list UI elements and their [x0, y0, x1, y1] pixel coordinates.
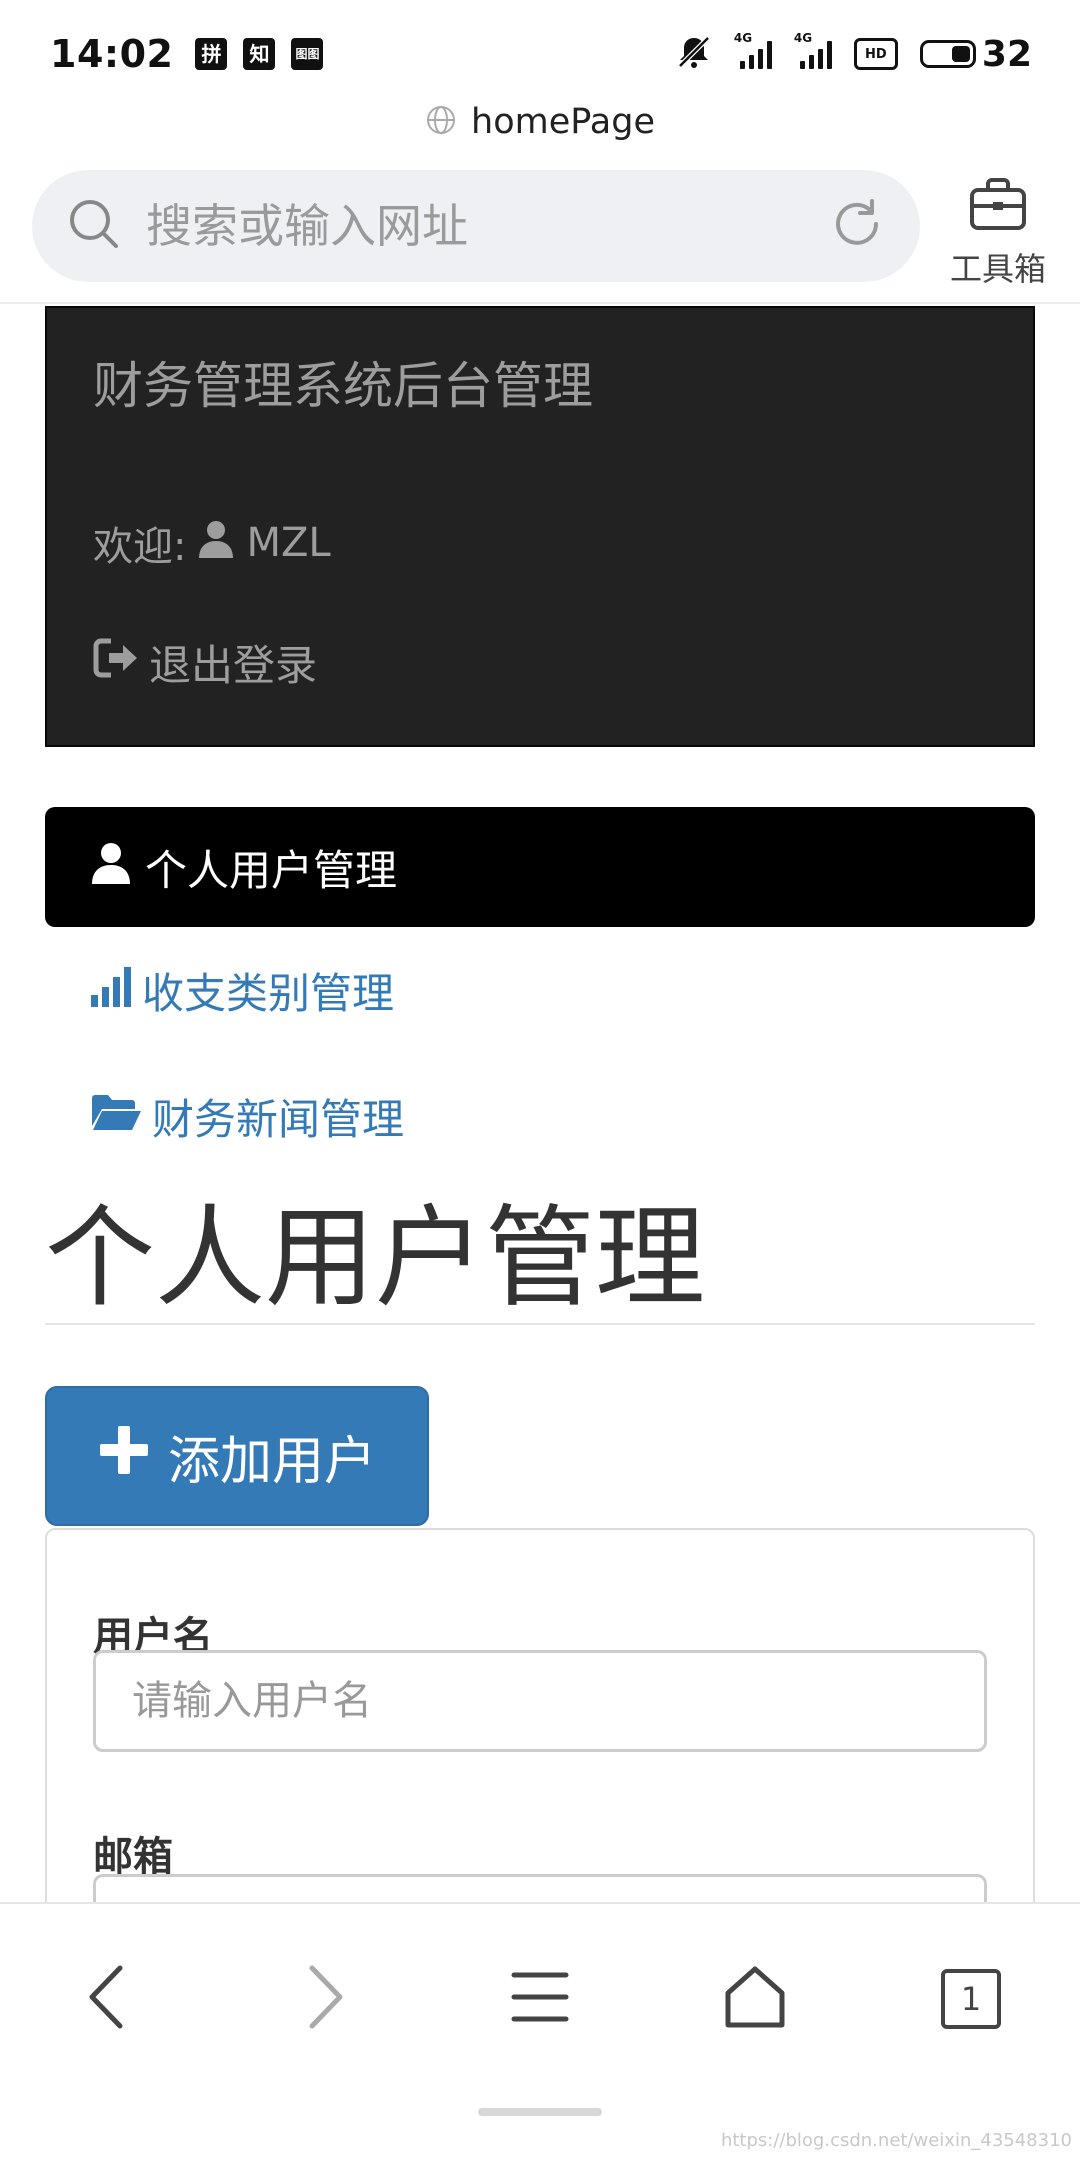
- chevron-left-icon: [82, 1962, 132, 2036]
- page-title: homePage: [471, 102, 655, 142]
- nav-item-news-management[interactable]: 财务新闻管理: [90, 1086, 404, 1147]
- page-title-bar: homePage: [0, 96, 1080, 148]
- folder-open-icon: [90, 1092, 142, 1142]
- browser-toolbar: 工具箱: [0, 168, 1080, 304]
- divider: [45, 1323, 1035, 1325]
- tabs-icon: 1: [941, 1969, 1001, 2029]
- menu-icon: [510, 1967, 570, 2031]
- forward-button[interactable]: [280, 1954, 370, 2044]
- refresh-icon[interactable]: [828, 195, 886, 257]
- tabs-button[interactable]: 1: [926, 1954, 1016, 2044]
- search-icon: [66, 196, 122, 256]
- nav-item-user-management[interactable]: 个人用户管理: [45, 807, 1035, 927]
- address-input[interactable]: [146, 199, 828, 253]
- logout-icon: [93, 637, 139, 689]
- status-time: 14:02: [50, 32, 174, 76]
- nav-item-category-management[interactable]: 收支类别管理: [90, 960, 394, 1021]
- nav-item-label: 个人用户管理: [145, 845, 398, 895]
- home-icon: [722, 1965, 788, 2033]
- status-indicators: 4G 4G HD 32: [676, 31, 1032, 75]
- nav-item-label: 财务新闻管理: [152, 1095, 405, 1144]
- logout-label: 退出登录: [149, 641, 318, 690]
- signal-icon: 4G: [794, 31, 832, 69]
- add-user-button[interactable]: 添加用户: [45, 1386, 429, 1526]
- plus-icon: [98, 1424, 150, 1489]
- logout-link[interactable]: 退出登录: [93, 632, 317, 693]
- system-title[interactable]: 财务管理系统后台管理: [93, 346, 593, 418]
- toolbox-icon: [966, 172, 1030, 240]
- app-notification-icon: 拼: [195, 38, 228, 70]
- battery-level: 32: [981, 33, 1032, 75]
- browser-bottom-nav: 1: [0, 1902, 1080, 2160]
- mute-icon: [676, 34, 712, 74]
- status-bar: 14:02 拼 知 图图 4G 4G HD 32: [0, 0, 1080, 108]
- app-notification-icon: 图图: [291, 38, 324, 70]
- address-bar[interactable]: [32, 170, 920, 282]
- user-icon: [89, 840, 133, 894]
- bar-chart-icon: [90, 965, 132, 1017]
- signal-icon: 4G: [734, 31, 772, 69]
- hd-icon: HD: [853, 38, 898, 70]
- home-indicator[interactable]: [478, 2108, 602, 2116]
- status-app-icons: 拼 知 图图: [195, 38, 324, 70]
- welcome-label: 欢迎:: [93, 524, 187, 570]
- tab-count: 1: [960, 1980, 982, 2018]
- watermark: https://blog.csdn.net/weixin_43548310: [720, 2130, 1072, 2151]
- home-button[interactable]: [710, 1954, 800, 2044]
- username: MZL: [246, 520, 331, 566]
- menu-button[interactable]: [495, 1954, 585, 2044]
- globe-icon: [425, 104, 457, 140]
- username-field[interactable]: [93, 1650, 987, 1752]
- page-heading: 个人用户管理: [45, 1194, 705, 1322]
- user-icon: [196, 518, 236, 568]
- back-button[interactable]: [62, 1954, 152, 2044]
- admin-header: 财务管理系统后台管理 欢迎: MZL 退出登录: [45, 306, 1035, 747]
- nav-item-label: 收支类别管理: [142, 969, 395, 1018]
- toolbox-button[interactable]: 工具箱: [946, 172, 1050, 290]
- add-user-label: 添加用户: [167, 1431, 376, 1492]
- toolbox-label: 工具箱: [949, 250, 1046, 288]
- chevron-right-icon: [300, 1962, 350, 2036]
- battery-icon: 32: [919, 33, 1032, 75]
- app-notification-icon: 知: [243, 38, 276, 70]
- welcome-text: 欢迎: MZL: [93, 514, 331, 572]
